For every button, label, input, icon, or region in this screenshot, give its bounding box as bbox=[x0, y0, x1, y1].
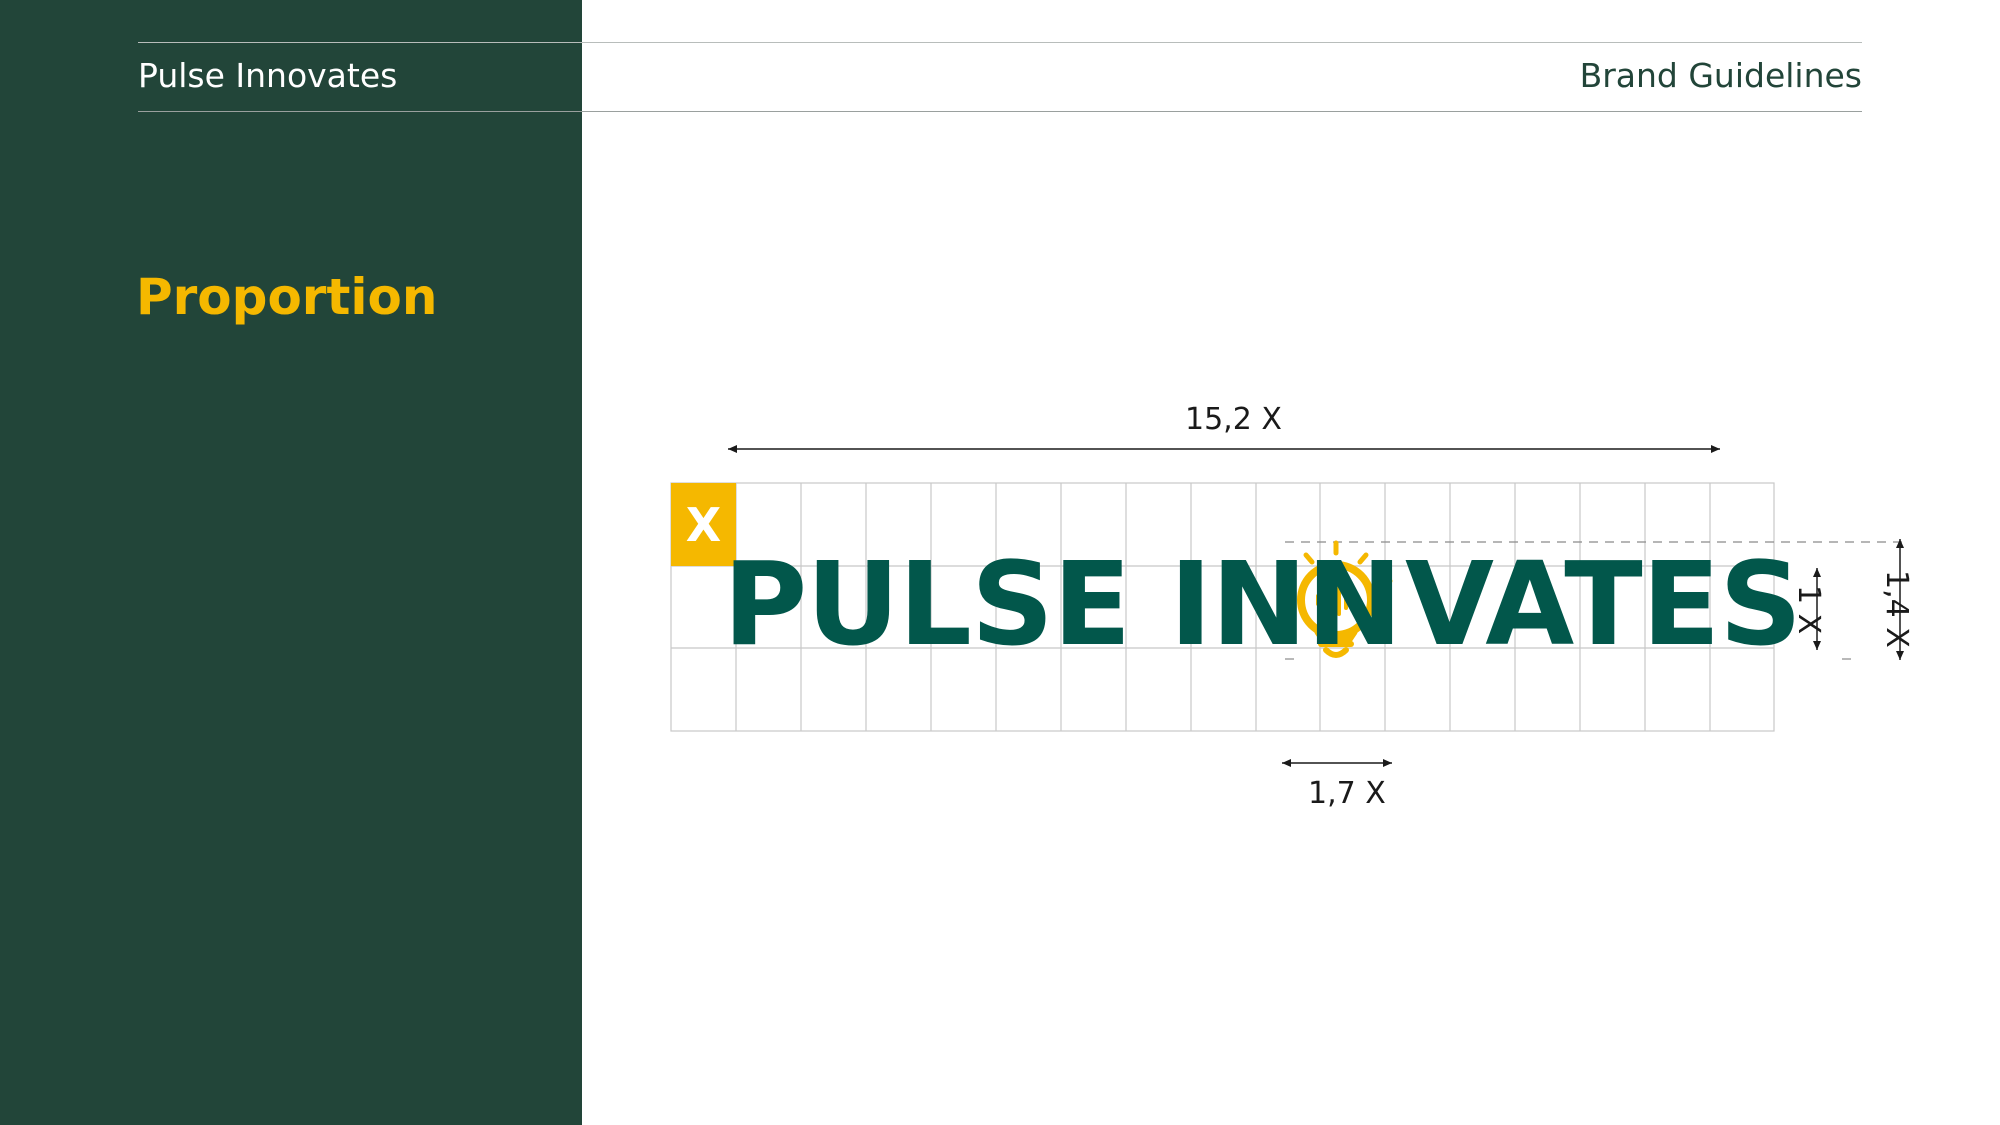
logo-word-left: PULSE INN bbox=[723, 538, 1403, 672]
width-dimension-label: 15,2 X bbox=[1185, 402, 1282, 437]
cap-height-dimension-label: 1 X bbox=[1791, 585, 1826, 635]
total-height-dimension-label: 1,4 X bbox=[1879, 570, 1914, 648]
logo-word-right: VATES bbox=[1405, 538, 1802, 672]
bulb-width-dimension-label: 1,7 X bbox=[1308, 776, 1386, 811]
